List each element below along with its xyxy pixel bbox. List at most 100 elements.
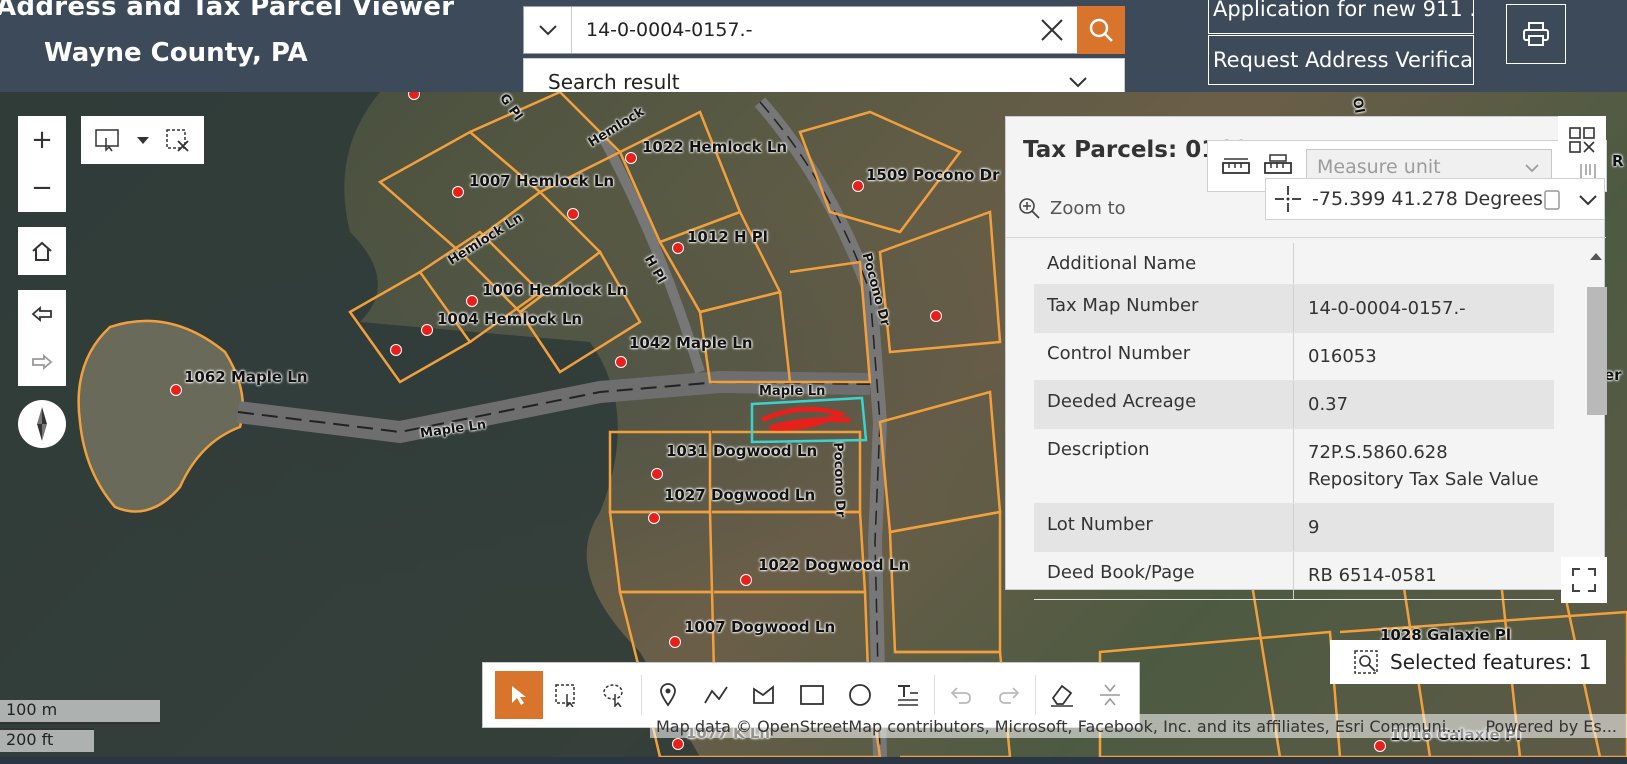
attribute-row: Control Number 016053 [1034,333,1554,381]
text-icon [898,685,918,706]
coordinate-readout: -75.399 41.278 Degrees [1265,178,1605,220]
crosshair-icon[interactable] [1274,185,1302,213]
search-icon [1089,18,1113,42]
rectangle-select-tool[interactable] [543,671,591,719]
attribute-row: Lot Number 9 [1034,504,1554,552]
zoom-to-button[interactable]: Zoom to [1018,197,1126,219]
scrollbar-thumb[interactable] [1587,287,1607,415]
undo-button[interactable] [937,671,985,719]
compass-button[interactable] [18,400,66,448]
qr-code-icon [1569,127,1595,153]
arrow-right-icon [32,354,53,370]
printer-icon [1523,22,1549,46]
previous-extent-button[interactable] [18,290,66,338]
attribute-key: Additional Name [1034,243,1294,284]
eraser-button[interactable] [1038,671,1086,719]
redo-button[interactable] [985,671,1033,719]
search-source-dropdown[interactable] [524,7,572,53]
app-title: Address and Tax Parcel Viewer [0,0,455,22]
map-label: 1012 H Pl [687,228,768,246]
attribute-value: 016053 [1308,346,1377,367]
home-button[interactable] [18,227,66,275]
map-label: 1007 Dogwood Ln [684,618,836,636]
address-point[interactable] [466,295,478,307]
map-label: 1022 Dogwood Ln [758,556,910,574]
search-input[interactable] [572,7,1027,53]
attribute-value [1294,243,1554,284]
next-extent-button[interactable] [18,338,66,386]
measure-area-icon[interactable] [1264,153,1292,177]
chevron-down-icon [538,25,557,36]
address-point[interactable] [170,384,182,396]
copy-icon[interactable] [1542,189,1562,211]
text-tool[interactable] [884,671,932,719]
attribute-key: Deed Book/Page [1034,552,1294,599]
popup-scrollbar[interactable] [1584,243,1607,563]
measure-distance-icon[interactable] [1222,157,1250,177]
map-label-street: Ol [1349,96,1367,115]
address-point[interactable] [1374,740,1386,752]
attribute-value: 14-0-0004-0157.- [1308,298,1466,319]
eraser-icon [1051,684,1073,707]
zoom-in-button[interactable]: + [18,116,66,164]
polyline-tool[interactable] [692,671,740,719]
attribute-key: Deeded Acreage [1034,381,1294,428]
attribute-value: 0.37 [1308,394,1349,415]
selection-tools [81,116,204,164]
fullscreen-button[interactable] [1561,557,1607,603]
print-button[interactable] [1506,4,1566,64]
cursor-icon [512,686,526,705]
search-button[interactable] [1077,6,1125,54]
fullscreen-icon [1572,568,1596,592]
address-point[interactable] [672,242,684,254]
address-point[interactable] [852,180,864,192]
address-point[interactable] [672,738,684,750]
address-point[interactable] [421,324,433,336]
powered-by-link[interactable]: Powered by Es... [1485,717,1617,736]
address-point[interactable] [452,186,464,198]
attribute-row: Deed Book/Page RB 6514-0581 [1034,552,1554,600]
address-point[interactable] [567,208,579,220]
address-point[interactable] [740,574,752,586]
address-point[interactable] [651,468,663,480]
map-label: 1062 Maple Ln [184,368,308,386]
address-point[interactable] [390,344,402,356]
map-label: 1027 Dogwood Ln [664,486,816,504]
zoom-controls: + − [18,116,66,212]
rectangle-tool[interactable] [788,671,836,719]
map-label: 1031 Dogwood Ln [666,442,818,460]
selected-features-button[interactable]: Selected features: 1 [1330,640,1606,684]
address-point[interactable] [669,636,681,648]
new-911-application-button[interactable]: Application for new 911 ... [1208,0,1474,34]
map-label: 1022 Hemlock Ln [642,138,788,156]
caret-down-icon[interactable] [136,135,150,145]
attribute-key: Lot Number [1034,504,1294,551]
request-address-verification-button[interactable]: Request Address Verifica... [1208,35,1474,85]
zoom-out-button[interactable]: − [18,164,66,212]
divider [1006,237,1606,238]
select-by-rectangle-icon[interactable] [94,128,122,152]
toolbar-divider [1035,675,1036,715]
select-tool[interactable] [495,671,543,719]
address-point[interactable] [625,152,637,164]
circle-icon [849,684,871,706]
toolbar-divider [934,675,935,715]
circle-tool[interactable] [836,671,884,719]
collapse-toolbar-button[interactable] [1086,671,1134,719]
address-point[interactable] [930,310,942,322]
address-point[interactable] [648,512,660,524]
polygon-tool[interactable] [740,671,788,719]
search-result-label: Search result [548,70,680,94]
map-attribution[interactable]: Map data © OpenStreetMap contributors, M… [650,714,1627,738]
qr-code-button[interactable] [1558,116,1606,164]
polygon-icon [753,685,774,704]
point-tool[interactable] [644,671,692,719]
chevron-down-icon[interactable] [1578,194,1598,206]
clear-search-button[interactable] [1027,7,1077,53]
rectangle-select-icon [555,684,575,707]
scroll-up-icon[interactable] [1589,251,1603,261]
clear-selection-icon[interactable] [165,128,191,152]
address-point[interactable] [615,356,627,368]
zoom-in-icon [1019,198,1040,219]
lasso-select-tool[interactable] [591,671,639,719]
